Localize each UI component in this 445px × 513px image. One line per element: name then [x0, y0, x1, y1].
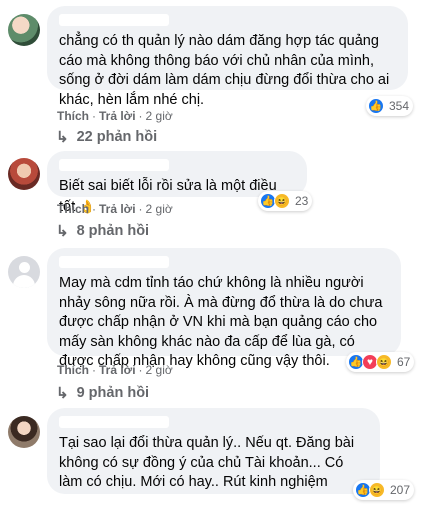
avatar[interactable]: [8, 14, 40, 46]
reply-arrow-icon: ↳: [56, 223, 69, 240]
like-button[interactable]: Thích: [57, 109, 89, 123]
comment-text: May mà cdm tỉnh táo chứ không là nhiều n…: [59, 275, 383, 369]
comment-actions: Thích · Trả lời · 2 giờ: [57, 363, 173, 377]
reaction-summary[interactable]: 👍 ♥ 😆 67: [346, 352, 415, 372]
reaction-summary[interactable]: 👍 354: [366, 96, 414, 116]
comment-bubble: chẳng có th quản lý nào dám đăng hợp tác…: [47, 6, 408, 108]
view-replies-button[interactable]: ↳ 8 phản hồi: [56, 222, 149, 240]
replies-count[interactable]: 8 phản hồi: [77, 223, 150, 239]
avatar[interactable]: [8, 256, 40, 288]
author-name-redacted[interactable]: [59, 256, 169, 268]
replies-count[interactable]: 9 phản hồi: [77, 385, 150, 401]
comment-bubble: Tại sao lại đổi thừa quản lý.. Nếu qt. Đ…: [47, 408, 380, 494]
like-icon: 👍: [368, 98, 384, 114]
timestamp[interactable]: 2 giờ: [146, 202, 173, 216]
reply-button[interactable]: Trả lời: [99, 202, 136, 216]
reaction-count: 67: [397, 355, 411, 369]
reaction-count: 207: [390, 483, 411, 497]
avatar[interactable]: [8, 158, 40, 190]
reaction-summary[interactable]: 👍 😆 207: [353, 480, 415, 500]
reply-arrow-icon: ↳: [56, 129, 69, 146]
haha-icon: 😆: [274, 193, 290, 209]
haha-icon: 😆: [369, 482, 385, 498]
author-name-redacted[interactable]: [59, 416, 169, 428]
timestamp[interactable]: 2 giờ: [146, 109, 173, 123]
reaction-count: 354: [389, 99, 410, 113]
reply-button[interactable]: Trả lời: [99, 109, 136, 123]
avatar[interactable]: [8, 416, 40, 448]
reply-button[interactable]: Trả lời: [99, 363, 136, 377]
author-name-redacted[interactable]: [59, 159, 169, 171]
haha-icon: 😆: [376, 354, 392, 370]
comment-text: Tại sao lại đổi thừa quản lý.. Nếu qt. Đ…: [59, 435, 355, 490]
reply-arrow-icon: ↳: [56, 385, 69, 402]
comment-bubble: May mà cdm tỉnh táo chứ không là nhiều n…: [47, 248, 401, 369]
like-button[interactable]: Thích: [57, 202, 89, 216]
comment-actions: Thích · Trả lời · 2 giờ: [57, 202, 173, 216]
replies-count[interactable]: 22 phản hồi: [77, 129, 158, 145]
view-replies-button[interactable]: ↳ 22 phản hồi: [56, 128, 157, 146]
like-button[interactable]: Thích: [57, 363, 89, 377]
comment-actions: Thích · Trả lời · 2 giờ: [57, 109, 173, 123]
author-name-redacted[interactable]: [59, 14, 169, 26]
comment-text: chẳng có th quản lý nào dám đăng hợp tác…: [59, 33, 390, 108]
reaction-count: 23: [295, 194, 309, 208]
reaction-summary[interactable]: 👍 😆 23: [258, 191, 313, 211]
timestamp[interactable]: 2 giờ: [146, 363, 173, 377]
view-replies-button[interactable]: ↳ 9 phản hồi: [56, 384, 149, 402]
